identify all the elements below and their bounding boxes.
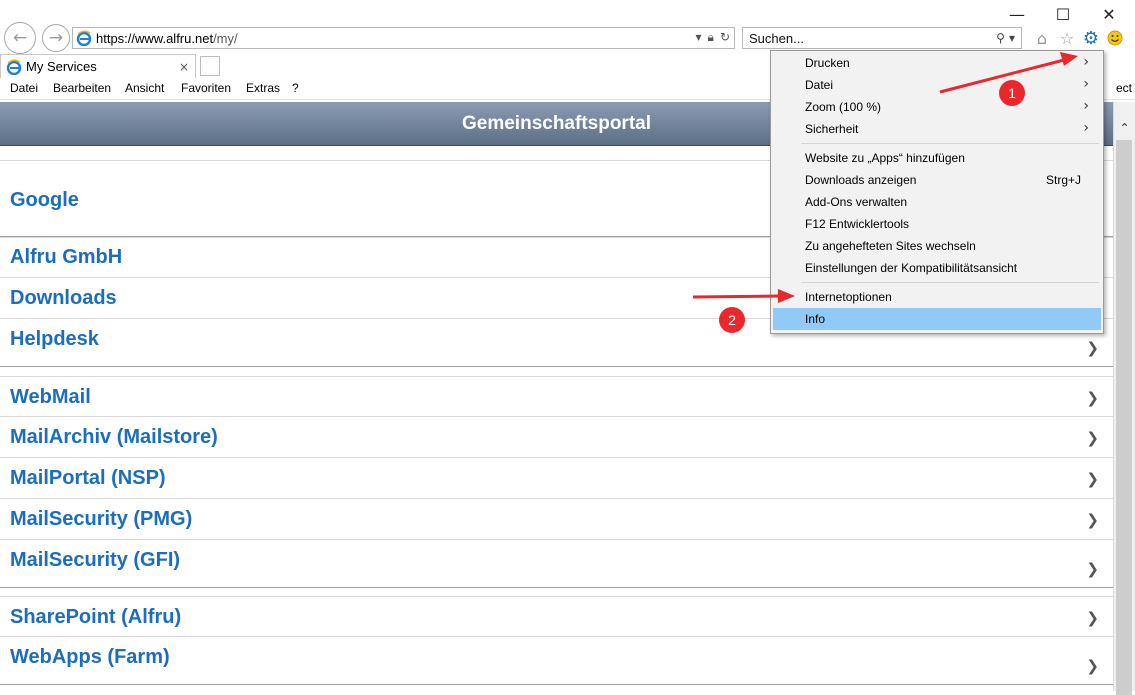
link-mailsecurity-gfi[interactable]: MailSecurity (GFI): [10, 549, 180, 572]
link-helpdesk[interactable]: Helpdesk: [10, 328, 99, 351]
tab-close-icon[interactable]: ×: [179, 60, 189, 74]
chevron-right-icon: ❯: [1086, 511, 1099, 529]
menu-bearbeiten[interactable]: Bearbeiten: [53, 81, 111, 95]
chevron-right-icon: ›: [1083, 76, 1089, 92]
dropdown-icon[interactable]: ▾: [696, 30, 702, 45]
arrow-left-icon: ←: [12, 28, 28, 48]
chevron-right-icon: ›: [1083, 98, 1089, 114]
refresh-icon[interactable]: ↻: [720, 30, 730, 45]
arrow-right-icon: →: [48, 28, 64, 48]
menu-item-sicherheit[interactable]: Sicherheit ›: [773, 118, 1101, 140]
link-mailarchiv[interactable]: MailArchiv (Mailstore): [10, 426, 218, 449]
tools-menu: Drucken › Datei › Zoom (100 %) › Sicherh…: [770, 50, 1104, 334]
list-item[interactable]: SharePoint (Alfru) ❯: [0, 596, 1113, 637]
menu-separator: [801, 143, 1099, 144]
chevron-right-icon: ❯: [1086, 429, 1099, 447]
menu-item-label: Drucken: [805, 56, 850, 70]
list-item[interactable]: WebApps (Farm) ❯: [0, 637, 1113, 685]
menu-item-label: Downloads anzeigen: [805, 173, 917, 187]
menu-item-zoom[interactable]: Zoom (100 %) ›: [773, 96, 1101, 118]
smiley-icon[interactable]: [1105, 28, 1125, 48]
scroll-up-icon[interactable]: ⌃: [1114, 118, 1135, 138]
menu-item-label: Internetoptionen: [805, 290, 892, 304]
lock-icon[interactable]: 🔒︎: [708, 30, 714, 45]
menu-item-drucken[interactable]: Drucken ›: [773, 52, 1101, 74]
maximize-icon[interactable]: ☐: [1051, 4, 1075, 24]
menu-help[interactable]: ?: [292, 81, 299, 95]
address-bar[interactable]: https://www.alfru.net/my/ ▾ 🔒︎ ↻: [72, 27, 735, 49]
link-alfru-gmbh[interactable]: Alfru GmbH: [10, 246, 122, 269]
menu-item-downloads[interactable]: Downloads anzeigen Strg+J: [773, 169, 1101, 191]
dropdown-icon[interactable]: ▾: [1009, 31, 1015, 45]
search-box[interactable]: Suchen... ⚲ ▾: [742, 27, 1022, 49]
list-item[interactable]: MailSecurity (PMG) ❯: [0, 499, 1113, 540]
chevron-right-icon: ❯: [1086, 657, 1099, 675]
menu-item-label: Info: [805, 312, 826, 326]
menu-item-datei[interactable]: Datei ›: [773, 74, 1101, 96]
link-webmail[interactable]: WebMail: [10, 386, 91, 409]
menu-item-addons[interactable]: Add-Ons verwalten: [773, 191, 1101, 213]
chevron-right-icon: ❯: [1086, 389, 1099, 407]
menu-item-label: Add-Ons verwalten: [805, 195, 908, 209]
link-mailsecurity-pmg[interactable]: MailSecurity (PMG): [10, 508, 192, 531]
chevron-right-icon: ❯: [1086, 339, 1099, 357]
menu-ansicht[interactable]: Ansicht: [125, 81, 164, 95]
link-webapps[interactable]: WebApps (Farm): [10, 646, 170, 669]
list-item[interactable]: MailSecurity (GFI) ❯: [0, 540, 1113, 588]
annotation-badge-2: 2: [719, 307, 745, 333]
menu-item-label: Zu angehefteten Sites wechseln: [805, 239, 976, 253]
chevron-right-icon: ❯: [1086, 609, 1099, 627]
address-text: https://www.alfru.net/my/: [96, 30, 238, 46]
menu-item-compat-view[interactable]: Einstellungen der Kompatibilitätsansicht: [773, 257, 1101, 279]
menu-item-label: F12 Entwicklertools: [805, 217, 910, 231]
chevron-right-icon: ❯: [1086, 470, 1099, 488]
new-tab-button[interactable]: [200, 56, 220, 76]
menubar-right-text: ect: [1115, 81, 1132, 95]
search-icon[interactable]: ⚲: [996, 31, 1005, 45]
menu-separator: [801, 282, 1099, 283]
minimize-icon[interactable]: —: [1005, 4, 1029, 24]
menu-item-label: Zoom (100 %): [805, 100, 882, 114]
menu-item-internet-options[interactable]: Internetoptionen: [773, 286, 1101, 308]
annotation-badge-1: 1: [999, 80, 1025, 106]
chevron-right-icon: ❯: [1086, 560, 1099, 578]
chevron-right-icon: ›: [1083, 120, 1089, 136]
home-icon[interactable]: ⌂: [1032, 28, 1052, 48]
menu-item-shortcut: Strg+J: [1045, 173, 1081, 187]
browser-toolbar: — ☐ ✕ ← → https://www.alfru.net/my/ ▾ 🔒︎…: [0, 0, 1135, 55]
star-icon[interactable]: ☆: [1057, 28, 1077, 48]
close-icon[interactable]: ✕: [1097, 4, 1121, 24]
menu-item-label: Einstellungen der Kompatibilitätsansicht: [805, 261, 1018, 275]
list-item[interactable]: WebMail ❯: [0, 376, 1113, 417]
tab-title: My Services: [26, 59, 97, 74]
menu-datei[interactable]: Datei: [10, 81, 38, 95]
search-input[interactable]: Suchen...: [743, 31, 996, 46]
page-title: Gemeinschaftsportal: [462, 112, 651, 134]
tab-my-services[interactable]: My Services ×: [0, 54, 196, 78]
link-downloads[interactable]: Downloads: [10, 287, 117, 310]
menu-favoriten[interactable]: Favoriten: [181, 81, 231, 95]
gear-icon[interactable]: ⚙: [1081, 28, 1101, 49]
link-mailportal[interactable]: MailPortal (NSP): [10, 467, 166, 490]
list-item[interactable]: MailArchiv (Mailstore) ❯: [0, 417, 1113, 458]
link-sharepoint[interactable]: SharePoint (Alfru): [10, 606, 181, 629]
ie-logo-icon: [76, 30, 92, 46]
forward-button[interactable]: →: [42, 24, 70, 52]
menu-item-label: Sicherheit: [805, 122, 859, 136]
list-item[interactable]: MailPortal (NSP) ❯: [0, 458, 1113, 499]
back-button[interactable]: ←: [4, 22, 36, 54]
menu-item-label: Datei: [805, 78, 834, 92]
menu-item-add-to-apps[interactable]: Website zu „Apps“ hinzufügen: [773, 147, 1101, 169]
link-google[interactable]: Google: [10, 189, 79, 212]
vertical-scrollbar[interactable]: ⌃: [1113, 102, 1135, 695]
menu-item-pinned-sites[interactable]: Zu angehefteten Sites wechseln: [773, 235, 1101, 257]
menu-item-label: Website zu „Apps“ hinzufügen: [805, 151, 965, 165]
menu-extras[interactable]: Extras: [246, 81, 280, 95]
menu-item-devtools[interactable]: F12 Entwicklertools: [773, 213, 1101, 235]
chevron-right-icon: ›: [1083, 54, 1089, 70]
ie-logo-icon: [6, 59, 22, 75]
menu-item-info[interactable]: Info: [773, 308, 1101, 330]
scroll-thumb[interactable]: [1116, 140, 1132, 695]
